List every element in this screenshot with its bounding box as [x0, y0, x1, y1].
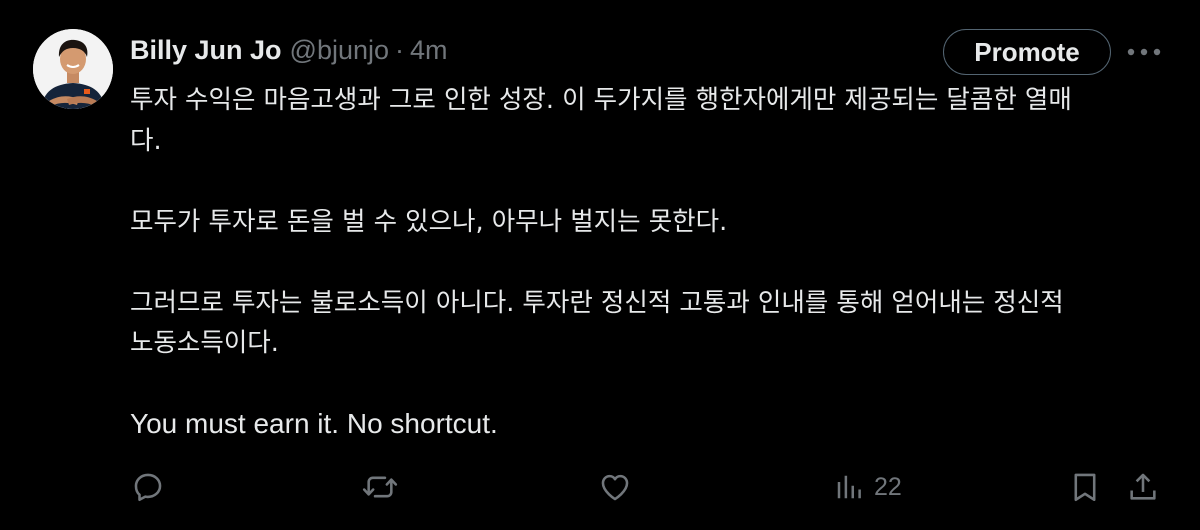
views-button[interactable]: 22 — [834, 465, 902, 509]
header-separator: · — [395, 34, 405, 65]
author-display-name[interactable]: Billy Jun Jo — [130, 35, 282, 66]
tweet-paragraph: 그러므로 투자는 불로소득이 아니다. 투자란 정신적 고통과 인내를 통해 얻… — [130, 283, 1160, 364]
author-handle[interactable]: @bjunjo — [290, 35, 389, 66]
bookmark-icon — [1074, 473, 1096, 502]
tweet-line: 모두가 투자로 돈을 벌 수 있으나, 아무나 벌지는 못한다. — [130, 206, 728, 237]
tweet-paragraph: 모두가 투자로 돈을 벌 수 있으나, 아무나 벌지는 못한다. — [130, 202, 1160, 243]
share-button[interactable] — [1126, 465, 1160, 509]
bookmark-button[interactable] — [1068, 465, 1102, 509]
tweet-line: 투자 수익은 마음고생과 그로 인한 성장. 이 두가지를 행한자에게만 제공되… — [130, 85, 1072, 115]
tweet-line: You must earn it. No shortcut. — [130, 408, 498, 439]
like-button[interactable] — [598, 465, 632, 509]
reply-icon — [134, 473, 162, 502]
tweet-text: 투자 수익은 마음고생과 그로 인한 성장. 이 두가지를 행한자에게만 제공되… — [130, 80, 1160, 446]
tweet-line: 다. — [130, 125, 162, 156]
promote-button[interactable]: Promote — [943, 29, 1111, 75]
tweet-line: 노동소득이다. — [130, 328, 279, 358]
ellipsis-icon — [1127, 48, 1161, 56]
tweet-action-bar: 22 — [0, 465, 1200, 509]
tweet-line: 그러므로 투자는 불로소득이 아니다. 투자란 정신적 고통과 인내를 통해 얻… — [130, 287, 1064, 318]
tweet: Billy Jun Jo @bjunjo · 4m Promote 투자 수익은… — [0, 0, 1200, 530]
share-icon — [1130, 473, 1156, 500]
repost-button[interactable] — [361, 465, 399, 509]
tweet-header: Billy Jun Jo @bjunjo · 4m — [130, 30, 448, 70]
tweet-paragraph: You must earn it. No shortcut. — [130, 404, 1160, 446]
views-count: 22 — [874, 472, 902, 501]
more-options-button[interactable] — [1124, 40, 1164, 64]
tweet-timestamp[interactable]: 4m — [410, 35, 448, 66]
reply-button[interactable] — [131, 465, 165, 509]
views-icon — [837, 475, 861, 499]
avatar[interactable] — [33, 29, 113, 109]
tweet-paragraph: 투자 수익은 마음고생과 그로 인한 성장. 이 두가지를 행한자에게만 제공되… — [130, 80, 1160, 161]
heart-icon — [601, 474, 629, 501]
repost-icon — [362, 476, 398, 498]
avatar-image — [33, 29, 113, 109]
